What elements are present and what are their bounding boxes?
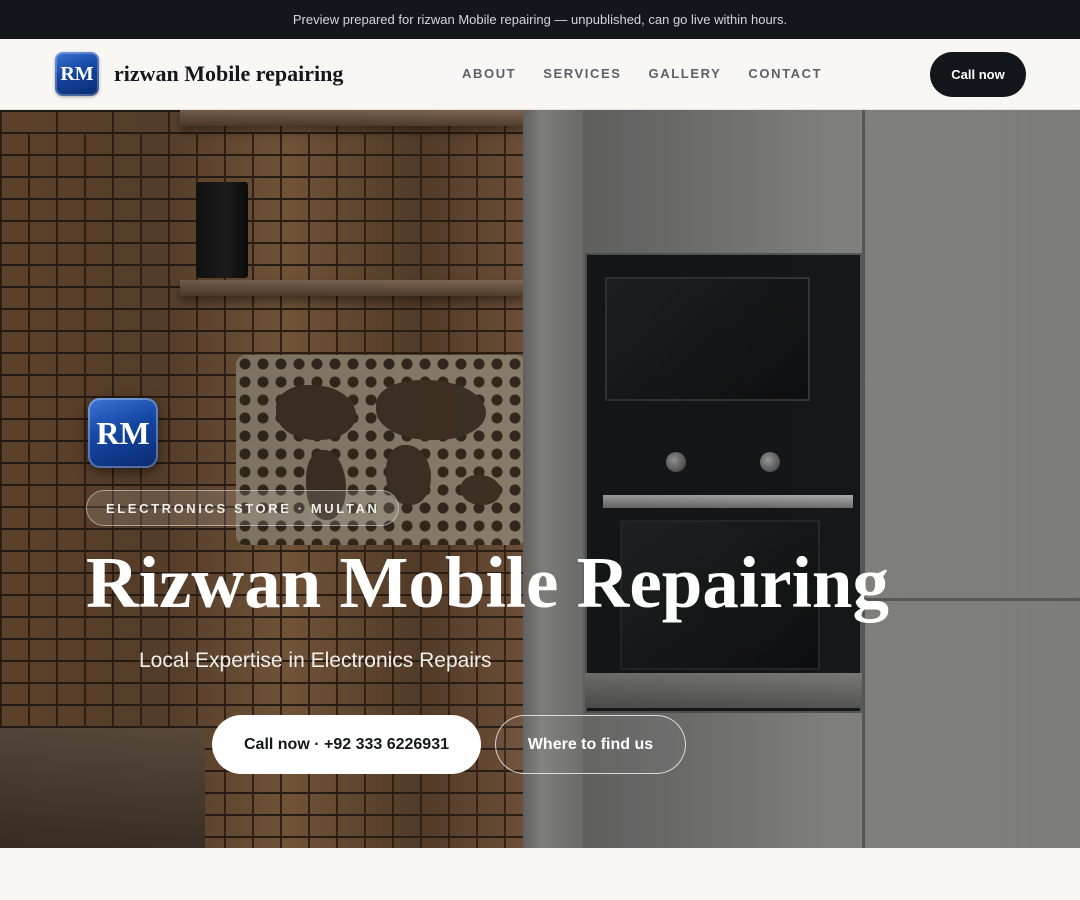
find-us-button[interactable]: Where to find us: [495, 715, 686, 774]
nav-item-about[interactable]: ABOUT: [462, 66, 516, 81]
preview-banner-text: Preview prepared for rizwan Mobile repai…: [292, 12, 788, 27]
logo-icon[interactable]: RM: [55, 52, 99, 96]
header-call-button[interactable]: Call now: [930, 52, 1026, 97]
site-header: RM rizwan Mobile repairing ABOUT SERVICE…: [0, 39, 1080, 110]
call-now-button[interactable]: Call now · +92 333 6226931: [212, 715, 481, 774]
logo-initials: RM: [60, 62, 94, 85]
hero-logo-icon: RM: [88, 398, 158, 468]
hero-title: Rizwan Mobile Repairing: [86, 542, 889, 623]
hero-subtitle: Local Expertise in Electronics Repairs: [139, 649, 492, 672]
nav-item-gallery[interactable]: GALLERY: [649, 66, 722, 81]
hero-section: RM ELECTRONICS STORE · MULTAN Rizwan Mob…: [0, 110, 1080, 848]
category-badge: ELECTRONICS STORE · MULTAN: [86, 490, 400, 526]
hero-logo-initials: RM: [96, 414, 150, 451]
main-nav: ABOUT SERVICES GALLERY CONTACT: [462, 66, 822, 81]
preview-banner: Preview prepared for rizwan Mobile repai…: [0, 0, 1080, 39]
nav-item-services[interactable]: SERVICES: [543, 66, 621, 81]
brand-name[interactable]: rizwan Mobile repairing: [114, 61, 343, 87]
nav-item-contact[interactable]: CONTACT: [748, 66, 822, 81]
